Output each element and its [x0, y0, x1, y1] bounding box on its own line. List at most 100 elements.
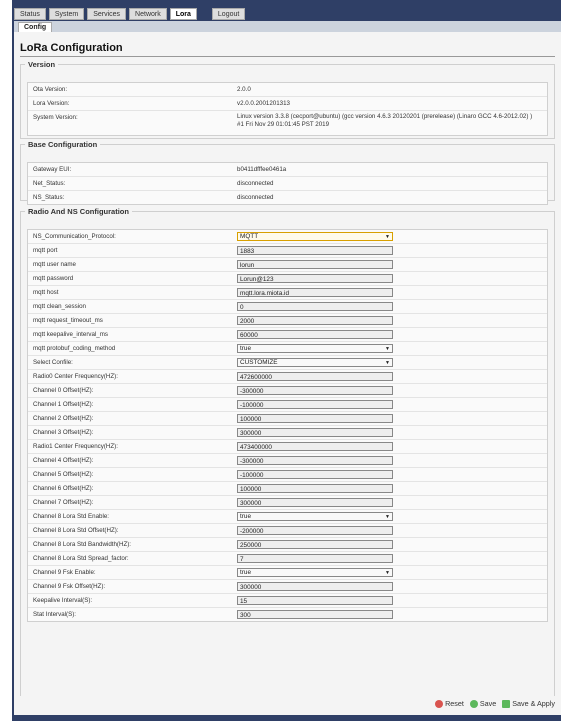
config-row: mqtt protobuf_coding_method true ▼ — [28, 341, 547, 355]
config-input[interactable]: 100000 — [237, 484, 393, 493]
config-row: NS_Communication_Protocol: MQTT ▼ — [28, 230, 547, 243]
config-input[interactable]: 1883 — [237, 246, 393, 255]
config-row: mqtt password Lorun@123 — [28, 271, 547, 285]
config-input[interactable]: 0 — [237, 302, 393, 311]
config-input[interactable]: -200000 — [237, 526, 393, 535]
row-label: Channel 1 Offset(HZ): — [33, 401, 94, 408]
config-input[interactable]: 250000 — [237, 540, 393, 549]
config-input[interactable]: 7 — [237, 554, 393, 563]
config-input[interactable]: 300000 — [237, 582, 393, 591]
row-label: Select Confile: — [33, 359, 73, 366]
config-row: mqtt user name lorun — [28, 257, 547, 271]
row-label: Ota Version: — [33, 86, 68, 93]
base-config-legend: Base Configuration — [28, 140, 98, 149]
config-input[interactable]: 2000 — [237, 316, 393, 325]
table-row: Net_Status: disconnected — [28, 176, 547, 190]
row-label: Stat Interval(S): — [33, 611, 76, 618]
config-row: mqtt clean_session 0 — [28, 299, 547, 313]
config-row: Select Confile: CUSTOMIZE ▼ — [28, 355, 547, 369]
tab-network[interactable]: Network — [129, 8, 167, 20]
row-label: Channel 4 Offset(HZ): — [33, 457, 94, 464]
config-input[interactable]: 473400000 — [237, 442, 393, 451]
row-label: mqtt host — [33, 289, 59, 296]
tab-services[interactable]: Services — [87, 8, 127, 20]
select-value: true — [240, 513, 252, 520]
row-label: System Version: — [33, 114, 78, 121]
config-select[interactable]: true ▼ — [237, 512, 393, 521]
tab-system[interactable]: System — [48, 8, 85, 20]
select-value: CUSTOMIZE — [240, 359, 278, 366]
config-row: Channel 3 Offset(HZ): 300000 — [28, 425, 547, 439]
save-apply-label: Save & Apply — [512, 699, 555, 708]
config-input[interactable]: Lorun@123 — [237, 274, 393, 283]
config-input[interactable]: -300000 — [237, 456, 393, 465]
row-label: mqtt user name — [33, 261, 76, 268]
config-row: Channel 4 Offset(HZ): -300000 — [28, 453, 547, 467]
reset-label: Reset — [445, 699, 464, 708]
version-section: Version Ota Version: 2.0.0 Lora Version:… — [20, 60, 555, 139]
row-label: Channel 8 Lora Std Offset(HZ): — [33, 527, 119, 534]
action-buttons: Reset Save Save & Apply — [435, 699, 555, 708]
radio-ns-rows: NS_Communication_Protocol: MQTT ▼ mqtt port… — [27, 229, 548, 622]
reset-icon — [435, 699, 444, 708]
config-select[interactable]: CUSTOMIZE ▼ — [237, 358, 393, 367]
row-label: NS_Status: — [33, 194, 65, 201]
reset-button[interactable]: Reset — [435, 699, 464, 708]
radio-ns-section: Radio And NS Configuration NS_Communicat… — [20, 207, 555, 712]
config-input[interactable]: 472600000 — [237, 372, 393, 381]
row-label: mqtt request_timeout_ms — [33, 317, 103, 324]
config-select[interactable]: true ▼ — [237, 568, 393, 577]
version-legend: Version — [28, 60, 56, 69]
config-row: Channel 8 Lora Std Offset(HZ): -200000 — [28, 523, 547, 537]
row-label: Channel 7 Offset(HZ): — [33, 499, 94, 506]
config-row: Radio0 Center Frequency(HZ): 472600000 — [28, 369, 547, 383]
row-value: b0411dfffee0461a — [237, 166, 287, 173]
table-row: Gateway EUI: b0411dfffee0461a — [28, 163, 547, 176]
save-icon — [469, 699, 478, 708]
row-label: NS_Communication_Protocol: — [33, 233, 116, 240]
row-label: Lora Version: — [33, 100, 70, 107]
radio-ns-legend: Radio And NS Configuration — [28, 207, 129, 216]
config-input[interactable]: 300 — [237, 610, 393, 619]
tab-logout[interactable]: Logout — [211, 8, 246, 20]
footer-bar: Reset Save Save & Apply — [14, 696, 561, 715]
row-label: Channel 9 Fsk Enable: — [33, 569, 96, 576]
chevron-down-icon: ▼ — [385, 360, 390, 366]
row-value: disconnected — [237, 194, 274, 201]
config-input[interactable]: -300000 — [237, 386, 393, 395]
config-input[interactable]: mqtt.lora.miota.id — [237, 288, 393, 297]
select-value: true — [240, 345, 252, 352]
row-label: Radio1 Center Frequency(HZ): — [33, 443, 118, 450]
chevron-down-icon: ▼ — [385, 570, 390, 576]
config-input[interactable]: 300000 — [237, 428, 393, 437]
config-row: Channel 9 Fsk Offset(HZ): 300000 — [28, 579, 547, 593]
config-input[interactable]: 15 — [237, 596, 393, 605]
title-divider — [20, 56, 555, 57]
config-input[interactable]: 60000 — [237, 330, 393, 339]
config-input[interactable]: -100000 — [237, 400, 393, 409]
row-label: Channel 3 Offset(HZ): — [33, 429, 94, 436]
row-label: Channel 8 Lora Std Enable: — [33, 513, 110, 520]
config-row: Channel 0 Offset(HZ): -300000 — [28, 383, 547, 397]
config-select[interactable]: MQTT ▼ — [237, 232, 393, 241]
config-input[interactable]: -100000 — [237, 470, 393, 479]
config-row: Keepalive Interval(S): 15 — [28, 593, 547, 607]
row-label: Channel 2 Offset(HZ): — [33, 415, 94, 422]
config-input[interactable]: 100000 — [237, 414, 393, 423]
table-row: NS_Status: disconnected — [28, 190, 547, 204]
config-row: Radio1 Center Frequency(HZ): 473400000 — [28, 439, 547, 453]
save-apply-button[interactable]: Save & Apply — [502, 699, 555, 708]
chevron-down-icon: ▼ — [385, 234, 390, 240]
tab-status[interactable]: Status — [14, 8, 46, 20]
apply-icon — [502, 699, 511, 708]
config-input[interactable]: lorun — [237, 260, 393, 269]
config-select[interactable]: true ▼ — [237, 344, 393, 353]
subtab-config[interactable]: Config — [18, 22, 53, 32]
config-row: mqtt keepalive_interval_ms 60000 — [28, 327, 547, 341]
tab-lora[interactable]: Lora — [169, 8, 197, 20]
row-label: Keepalive Interval(S): — [33, 597, 93, 604]
config-input[interactable]: 300000 — [237, 498, 393, 507]
save-button[interactable]: Save — [469, 699, 496, 708]
config-row: Channel 1 Offset(HZ): -100000 — [28, 397, 547, 411]
config-row: mqtt host mqtt.lora.miota.id — [28, 285, 547, 299]
